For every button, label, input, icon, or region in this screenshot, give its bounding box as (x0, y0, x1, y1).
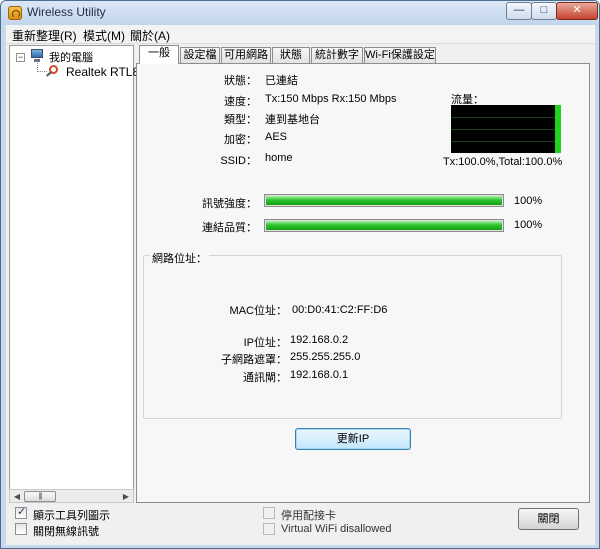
wireless-adapter-icon (46, 64, 62, 78)
app-window: Wireless Utility — □ ✕ 重新整理(R) 模式(M) 關於(… (0, 0, 600, 549)
type-value: 連到基地台 (265, 114, 320, 126)
ssid-label: SSID： (220, 155, 257, 167)
computer-icon (29, 48, 45, 63)
link-quality-value: 100% (514, 219, 543, 231)
tree-item-adapter[interactable]: Realtek RTL81 (66, 65, 146, 79)
traffic-graph-bar (555, 105, 561, 153)
subnet-mask-label: 子網路遮罩： (221, 354, 287, 366)
radio-off-checkbox[interactable] (15, 523, 27, 535)
ip-address-label: IP位址： (243, 337, 287, 349)
link-quality-meter (264, 219, 504, 232)
tab-profiles[interactable]: 設定檔 (180, 47, 220, 63)
tab-general[interactable]: 一般 (139, 45, 179, 64)
maximize-button[interactable]: □ (531, 2, 557, 20)
link-quality-label: 連結品質： (202, 222, 257, 234)
menu-refresh[interactable]: 重新整理(R) (12, 27, 77, 44)
window-title: Wireless Utility (27, 5, 106, 19)
menu-bar: 重新整理(R) 模式(M) 關於(A) (6, 25, 595, 44)
device-tree[interactable]: − 我的電腦 Realtek RTL81 ◀ ||| ▶ (9, 45, 146, 503)
encryption-label: 加密： (224, 134, 257, 146)
link-quality-fill (266, 221, 502, 230)
signal-strength-label: 訊號強度： (202, 198, 257, 210)
tree-horizontal-scrollbar[interactable]: ◀ ||| ▶ (9, 489, 134, 503)
close-button[interactable]: 關閉 (518, 508, 579, 530)
show-tray-icon-checkbox[interactable] (15, 505, 27, 519)
type-label: 類型： (224, 114, 257, 126)
subnet-mask-value: 255.255.255.0 (290, 351, 361, 363)
tree-root-my-computer[interactable]: 我的電腦 (49, 49, 93, 65)
speed-value: Tx:150 Mbps Rx:150 Mbps (265, 93, 397, 105)
status-value: 已連結 (265, 75, 298, 87)
tab-available-networks[interactable]: 可用網路 (221, 47, 271, 63)
menu-mode[interactable]: 模式(M) (83, 27, 125, 44)
network-address-group-label: 網路位址： (150, 250, 209, 266)
signal-strength-fill (266, 196, 502, 205)
ssid-value: home (265, 152, 293, 164)
close-window-button[interactable]: ✕ (556, 2, 598, 20)
refresh-ip-button[interactable]: 更新IP (295, 428, 411, 450)
title-bar[interactable]: Wireless Utility — □ ✕ (1, 1, 599, 25)
ip-address-value: 192.168.0.2 (290, 334, 349, 346)
signal-strength-value: 100% (514, 195, 543, 207)
minimize-button[interactable]: — (506, 2, 532, 20)
scroll-right-arrow-icon[interactable]: ▶ (120, 491, 132, 502)
virtual-wifi-checkbox[interactable] (263, 523, 275, 535)
client-area: 重新整理(R) 模式(M) 關於(A) − 我的電腦 Realtek RTL81… (6, 25, 595, 545)
general-tab-panel: 狀態： 已連結 速度： Tx:150 Mbps Rx:150 Mbps 類型： … (136, 63, 590, 503)
gateway-value: 192.168.0.1 (290, 369, 349, 381)
traffic-graph (451, 105, 561, 153)
disable-adapter-label[interactable]: 停用配接卡 (281, 507, 336, 523)
traffic-stats: Tx:100.0%,Total:100.0% (443, 156, 563, 168)
disable-adapter-checkbox[interactable] (263, 507, 275, 519)
wireless-utility-icon (8, 6, 22, 20)
encryption-value: AES (265, 131, 288, 143)
signal-strength-meter (264, 194, 504, 207)
menu-about[interactable]: 關於(A) (130, 27, 170, 44)
radio-off-label[interactable]: 關閉無線訊號 (33, 523, 99, 539)
tab-status[interactable]: 狀態 (272, 47, 310, 63)
status-label: 狀態： (224, 75, 257, 87)
tab-statistics[interactable]: 統計數字 (311, 47, 363, 63)
scroll-left-arrow-icon[interactable]: ◀ (11, 491, 23, 502)
mac-address-value: 00:D0:41:C2:FF:D6 (292, 304, 388, 316)
virtual-wifi-label[interactable]: Virtual WiFi disallowed (281, 523, 391, 535)
show-tray-icon-label[interactable]: 顯示工具列圖示 (33, 507, 110, 523)
speed-label: 速度： (224, 96, 257, 108)
tab-wps[interactable]: Wi-Fi保護設定 (364, 47, 436, 63)
network-address-group (143, 255, 562, 419)
gateway-label: 通訊閘： (243, 372, 287, 384)
mac-address-label: MAC位址： (229, 305, 287, 317)
tree-collapse-icon[interactable]: − (16, 53, 25, 62)
scroll-thumb[interactable]: ||| (24, 491, 56, 502)
